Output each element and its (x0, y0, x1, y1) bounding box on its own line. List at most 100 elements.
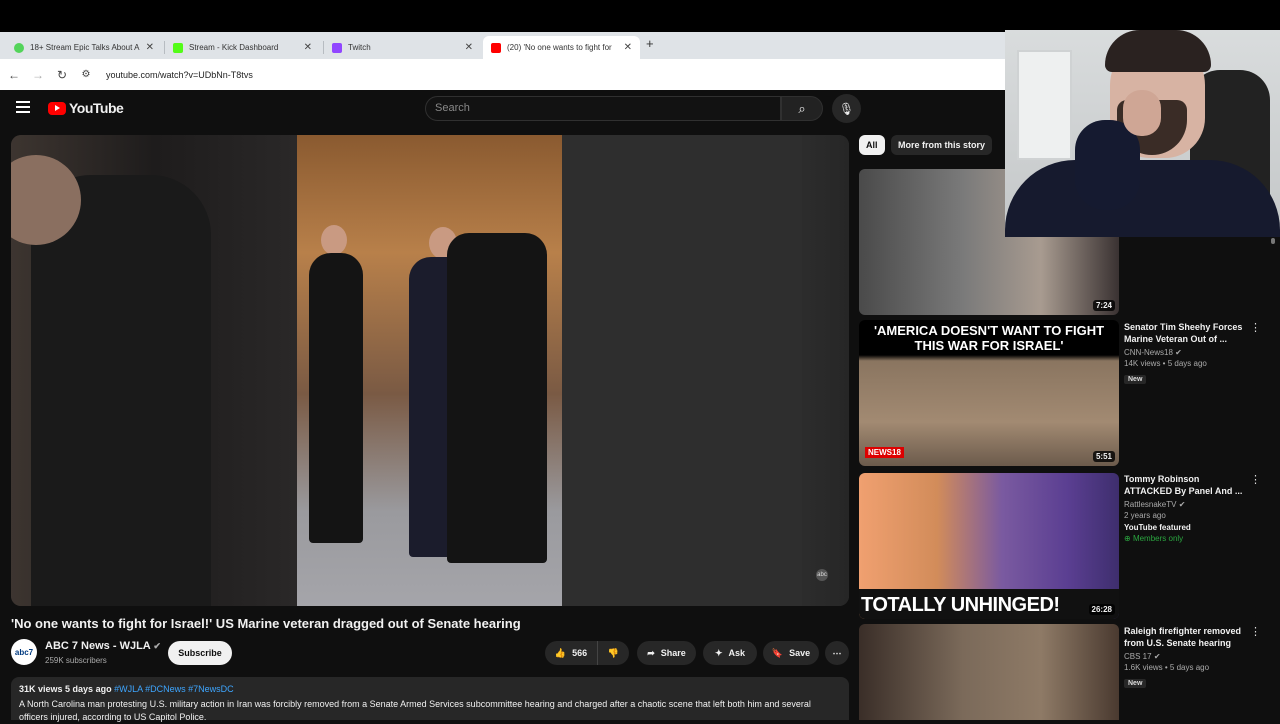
voice-search-button[interactable]: 🎙 (832, 94, 861, 123)
youtube-page: YouTube Search ⌕ 🎙 abc 'No one wants to … (0, 90, 1005, 722)
members-only-badge: ⊕ Members only (1124, 534, 1244, 543)
hashtags[interactable]: #WJLA #DCNews #7NewsDC (114, 684, 234, 694)
forward-arrow-icon[interactable]: → (26, 68, 50, 82)
thumbs-down-icon: 👎 (607, 647, 620, 658)
like-count: 566 (572, 648, 588, 658)
microphone-icon: 🎙 (838, 101, 855, 116)
related-info-3[interactable]: Tommy Robinson ATTACKED By Panel And ...… (1124, 473, 1244, 543)
youtube-logo-text: YouTube (69, 100, 124, 116)
streamer-hoodie (1005, 160, 1280, 237)
related-meta: 14K views • 5 days ago (1124, 359, 1207, 368)
dislike-button[interactable]: 👎 (597, 641, 629, 665)
related-title: Senator Tim Sheehy Forces Marine Veteran… (1124, 322, 1243, 344)
three-dots-icon: ⋯ (832, 647, 842, 658)
like-button[interactable]: 👍 566 (545, 641, 597, 665)
more-options-icon[interactable]: ⋮ (1250, 625, 1261, 638)
streamer-hair (1105, 30, 1211, 72)
back-arrow-icon[interactable]: ← (2, 68, 26, 82)
more-actions-button[interactable]: ⋯ (825, 641, 849, 665)
abc-watermark-icon: abc (816, 569, 828, 581)
reload-icon[interactable]: ↻ (50, 68, 74, 82)
sparkle-icon: ✦ (714, 647, 723, 658)
ask-button[interactable]: ✦ Ask (703, 641, 757, 665)
related-channel: CBS 17 ✔ (1124, 652, 1244, 661)
address-bar: ← → ↻ ⚙ youtube.com/watch?v=UDbNn-T8tvs (0, 59, 1005, 90)
blurred-figure (562, 135, 802, 606)
video-title: 'No one wants to fight for Israel!' US M… (11, 616, 521, 631)
twitch-favicon-icon (332, 42, 342, 53)
video-duration: 7:24 (1092, 300, 1115, 311)
description-box[interactable]: 31K views 5 days ago #WJLA #DCNews #7New… (11, 677, 849, 722)
browser-tab-2[interactable]: Stream - Kick Dashboard ✕ (165, 36, 320, 59)
check-circle-icon: ⊕ (1124, 534, 1131, 543)
description-text: A North Carolina man protesting U.S. mil… (19, 699, 811, 722)
chip-all[interactable]: All (859, 135, 885, 155)
video-center-frame (297, 135, 562, 606)
close-tab-icon[interactable]: ✕ (146, 42, 154, 53)
streamer-arm (1075, 120, 1140, 210)
related-meta: 2 years ago (1124, 511, 1166, 520)
related-channel-name: RattlesnakeTV (1124, 500, 1177, 509)
upload-date: 5 days ago (65, 684, 112, 694)
channel-name-text: ABC 7 News - WJLA (45, 640, 151, 652)
share-label: Share (660, 648, 686, 658)
search-icon: ⌕ (798, 100, 806, 116)
officer-figure (309, 253, 363, 543)
related-title: Raleigh firefighter removed from U.S. Se… (1124, 626, 1242, 648)
channel-avatar[interactable]: abc7 (11, 639, 37, 665)
new-badge: New (1124, 375, 1147, 384)
verified-icon: ✔ (153, 641, 161, 651)
verified-icon: ✔ (1178, 500, 1186, 509)
ask-label: Ask (728, 648, 746, 658)
youtube-logo[interactable]: YouTube (48, 100, 124, 116)
share-button[interactable]: ➦ Share (637, 641, 696, 665)
related-channel-name: CBS 17 (1124, 652, 1152, 661)
search-input[interactable]: Search (425, 96, 781, 121)
related-channel-name: CNN-News18 (1124, 348, 1173, 357)
browser-tab-3[interactable]: Twitch ✕ (324, 36, 481, 59)
tab-title: Twitch (348, 43, 371, 52)
search-button[interactable]: ⌕ (781, 96, 823, 121)
menu-icon[interactable] (16, 101, 30, 113)
tab-title: (20) 'No one wants to fight for (507, 43, 612, 52)
related-info-4[interactable]: Raleigh firefighter removed from U.S. Se… (1124, 625, 1244, 690)
officer-head (321, 225, 347, 255)
tab-title: 18+ Stream Epic Talks About A (30, 43, 140, 52)
close-tab-icon[interactable]: ✕ (465, 42, 473, 53)
blurred-figure (31, 175, 211, 606)
related-info-2[interactable]: Senator Tim Sheehy Forces Marine Veteran… (1124, 321, 1244, 386)
share-arrow-icon: ➦ (647, 647, 655, 658)
more-options-icon[interactable]: ⋮ (1250, 473, 1261, 486)
scrollbar-thumb[interactable] (1271, 238, 1275, 244)
thumbs-up-icon: 👍 (554, 647, 567, 658)
browser-tab-1[interactable]: 18+ Stream Epic Talks About A ✕ (6, 36, 162, 59)
kick-favicon-icon (173, 42, 183, 53)
channel-name[interactable]: ABC 7 News - WJLA ✔ (45, 640, 161, 652)
view-count: 31K views (19, 684, 63, 694)
new-tab-icon[interactable]: + (646, 36, 654, 51)
more-options-icon[interactable]: ⋮ (1250, 321, 1261, 334)
video-duration: 26:28 (1088, 604, 1115, 615)
featured-label: YouTube featured (1124, 523, 1191, 532)
verified-icon: ✔ (1175, 348, 1182, 357)
chip-more-from-story[interactable]: More from this story (891, 135, 993, 155)
bookmark-icon: 🔖 (771, 647, 784, 658)
close-tab-icon[interactable]: ✕ (304, 42, 312, 53)
window-blinds (1017, 50, 1072, 160)
new-badge: New (1124, 679, 1147, 688)
related-meta: 1.6K views • 5 days ago (1124, 663, 1210, 672)
streamer-hand (1123, 90, 1161, 136)
site-info-icon[interactable]: ⚙ (74, 69, 98, 80)
verified-icon: ✔ (1153, 652, 1161, 661)
subscribe-button[interactable]: Subscribe (168, 641, 232, 665)
screen-top-bar (0, 0, 1280, 32)
video-player[interactable]: abc (11, 135, 849, 606)
close-tab-icon[interactable]: ✕ (624, 42, 632, 53)
related-channel: CNN-News18 ✔ (1124, 348, 1244, 357)
officer-figure-back (447, 233, 547, 563)
url-field[interactable]: youtube.com/watch?v=UDbNn-T8tvs (106, 70, 253, 80)
browser-tab-4-active[interactable]: (20) 'No one wants to fight for ✕ (483, 36, 640, 59)
video-duration: 5:51 (1092, 451, 1115, 462)
subscriber-count: 259K subscribers (45, 656, 107, 665)
save-button[interactable]: 🔖 Save (763, 641, 819, 665)
